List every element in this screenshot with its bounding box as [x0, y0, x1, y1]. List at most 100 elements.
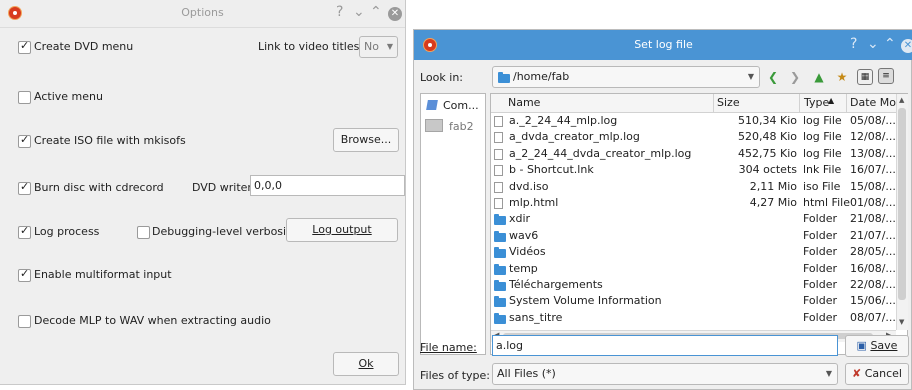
cell-date: 16/08/... 1 [850, 261, 896, 275]
table-row[interactable]: a._2_24_44_mlp.log 510,34 Kio log File 05/0… [491, 113, 896, 129]
cell-name: dvd.iso [509, 179, 549, 193]
file-name-input[interactable]: a.log [492, 335, 838, 356]
dvd-writer-input[interactable]: 0,0,0 [250, 175, 405, 196]
dvd-writer-label: DVD writer: [192, 181, 256, 194]
cell-name: xdir [509, 212, 531, 226]
cell-date: 13/08/... 0 [850, 146, 896, 160]
table-row[interactable]: xdir Folder 21/08/... 1 [491, 211, 896, 227]
maximize-icon[interactable]: ⌃ [884, 36, 896, 52]
cell-size: 520,48 Kio [738, 130, 797, 144]
debug-verbosity-checkbox[interactable] [137, 226, 150, 239]
multiformat-checkbox[interactable] [18, 267, 31, 282]
burn-disc-label: Burn disc with cdrecord [34, 181, 164, 194]
log-output-button[interactable]: Log output [286, 218, 398, 242]
computer-icon [426, 100, 438, 110]
cell-date: 22/08/... 0 [850, 278, 896, 291]
minimize-icon[interactable]: ⌄ [353, 4, 365, 20]
scrollbar-thumb[interactable] [898, 108, 906, 300]
files-of-type-select[interactable]: All Files (*) ▼ [492, 363, 838, 385]
table-row[interactable]: System Volume Information Folder 15/06/...… [491, 293, 896, 309]
cell-name: a._2_24_44_mlp.log [509, 114, 618, 127]
cell-type: Folder [803, 294, 837, 308]
folder-icon [494, 247, 506, 259]
burn-disc-checkbox[interactable] [18, 180, 31, 195]
cell-name: Vidéos [509, 245, 546, 259]
cell-type: log File [803, 146, 842, 160]
close-icon[interactable]: ✕ [388, 7, 402, 21]
table-row[interactable]: wav6 Folder 21/07/... 0 [491, 228, 896, 244]
cell-date: 28/05/... 0 [850, 245, 896, 259]
back-icon[interactable]: ❮ [765, 69, 781, 85]
multiformat-label: Enable multiformat input [34, 268, 172, 281]
cell-name: System Volume Information [509, 294, 662, 308]
log-process-checkbox[interactable] [18, 224, 31, 239]
options-title: Options [181, 6, 224, 19]
create-iso-checkbox[interactable] [18, 133, 31, 148]
table-row[interactable]: a_dvda_creator_mlp.log 520,48 Kio log File… [491, 129, 896, 145]
look-in-label: Look in: [420, 71, 463, 84]
cell-name: b - Shortcut.lnk [509, 163, 594, 177]
scroll-up-icon[interactable]: ▲ [899, 96, 904, 104]
close-icon[interactable]: ✕ [901, 39, 912, 53]
folder-icon [494, 230, 506, 242]
table-row[interactable]: b - Shortcut.lnk 304 octets lnk File 16/07/… [491, 162, 896, 178]
browse-button[interactable]: Browse... [333, 128, 399, 152]
table-row[interactable]: temp Folder 16/08/... 1 [491, 261, 896, 277]
column-type[interactable]: Type [804, 96, 829, 109]
cell-name: temp [509, 261, 538, 275]
list-view-icon[interactable]: ▦ [857, 69, 873, 85]
table-row[interactable]: sans_titre Folder 08/07/... 0 [491, 310, 896, 326]
table-row[interactable]: dvd.iso 2,11 Mio iso File 15/08/... 0 [491, 179, 896, 195]
create-iso-label: Create ISO file with mkisofs [34, 134, 186, 147]
cell-type: Folder [803, 212, 837, 226]
help-icon[interactable]: ? [336, 4, 343, 20]
detail-view-icon[interactable]: ≡ [878, 68, 894, 84]
table-row[interactable]: a_2_24_44_dvda_creator_mlp.log 452,75 Kio… [491, 146, 896, 162]
link-titleset-label: Link to video titleset [258, 40, 371, 53]
save-button[interactable]: ▣ Save [845, 335, 909, 357]
sort-up-icon: ▲ [828, 96, 835, 105]
ok-button[interactable]: Ok [333, 352, 399, 376]
folder-icon [494, 280, 506, 291]
cell-name: a_2_24_44_dvda_creator_mlp.log [509, 146, 692, 160]
table-row[interactable]: Téléchargements Folder 22/08/... 0 [491, 277, 896, 293]
cell-name: wav6 [509, 228, 539, 242]
up-icon[interactable]: ▲ [811, 69, 827, 85]
places-sidebar: Com... fab2 [420, 93, 486, 355]
active-menu-checkbox[interactable] [18, 91, 31, 104]
cell-date: 12/08/... 2 [850, 130, 896, 144]
folder-icon [494, 296, 506, 308]
decode-mlp-checkbox[interactable] [18, 315, 31, 328]
folder-icon [494, 263, 506, 275]
column-size[interactable]: Size [717, 96, 740, 109]
table-row[interactable]: Vidéos Folder 28/05/... 0 [491, 244, 896, 260]
cancel-button[interactable]: ✘ Cancel [845, 363, 909, 385]
maximize-icon[interactable]: ⌃ [370, 4, 382, 20]
scroll-down-icon[interactable]: ▼ [899, 318, 904, 326]
decode-mlp-label: Decode MLP to WAV when extracting audio [34, 314, 271, 327]
look-in-select[interactable]: /home/fab ▼ [492, 66, 760, 88]
table-row[interactable]: mlp.html 4,27 Mio html File01/08/... 0 [491, 195, 896, 211]
file-name-label: File name: [420, 341, 477, 354]
cell-name: a_dvda_creator_mlp.log [509, 130, 640, 144]
cell-date: 16/07/... 0 [850, 163, 896, 177]
minimize-icon[interactable]: ⌄ [867, 36, 879, 52]
cell-name: sans_titre [509, 310, 563, 324]
file-icon [494, 181, 503, 193]
link-titleset-value: No [364, 40, 379, 53]
column-name[interactable]: Name [508, 96, 540, 109]
look-in-value: /home/fab [513, 70, 570, 83]
cell-date: 15/08/... 0 [850, 179, 896, 193]
help-icon[interactable]: ? [850, 36, 857, 52]
sidebar-item-computer[interactable]: Com... [443, 99, 479, 112]
cell-date: 15/06/... 1 [850, 294, 896, 308]
link-titleset-select[interactable]: No ▼ [359, 36, 398, 58]
sidebar-item-fab2[interactable]: fab2 [449, 120, 474, 133]
active-menu-label: Active menu [34, 90, 103, 103]
cell-date: 05/08/... 2 [850, 114, 896, 127]
new-folder-icon[interactable]: ★ [834, 69, 850, 85]
create-dvd-menu-checkbox[interactable] [18, 39, 31, 54]
file-icon [494, 132, 503, 144]
forward-icon[interactable]: ❯ [787, 69, 803, 85]
vertical-scrollbar[interactable]: ▲ ▼ [896, 94, 908, 330]
